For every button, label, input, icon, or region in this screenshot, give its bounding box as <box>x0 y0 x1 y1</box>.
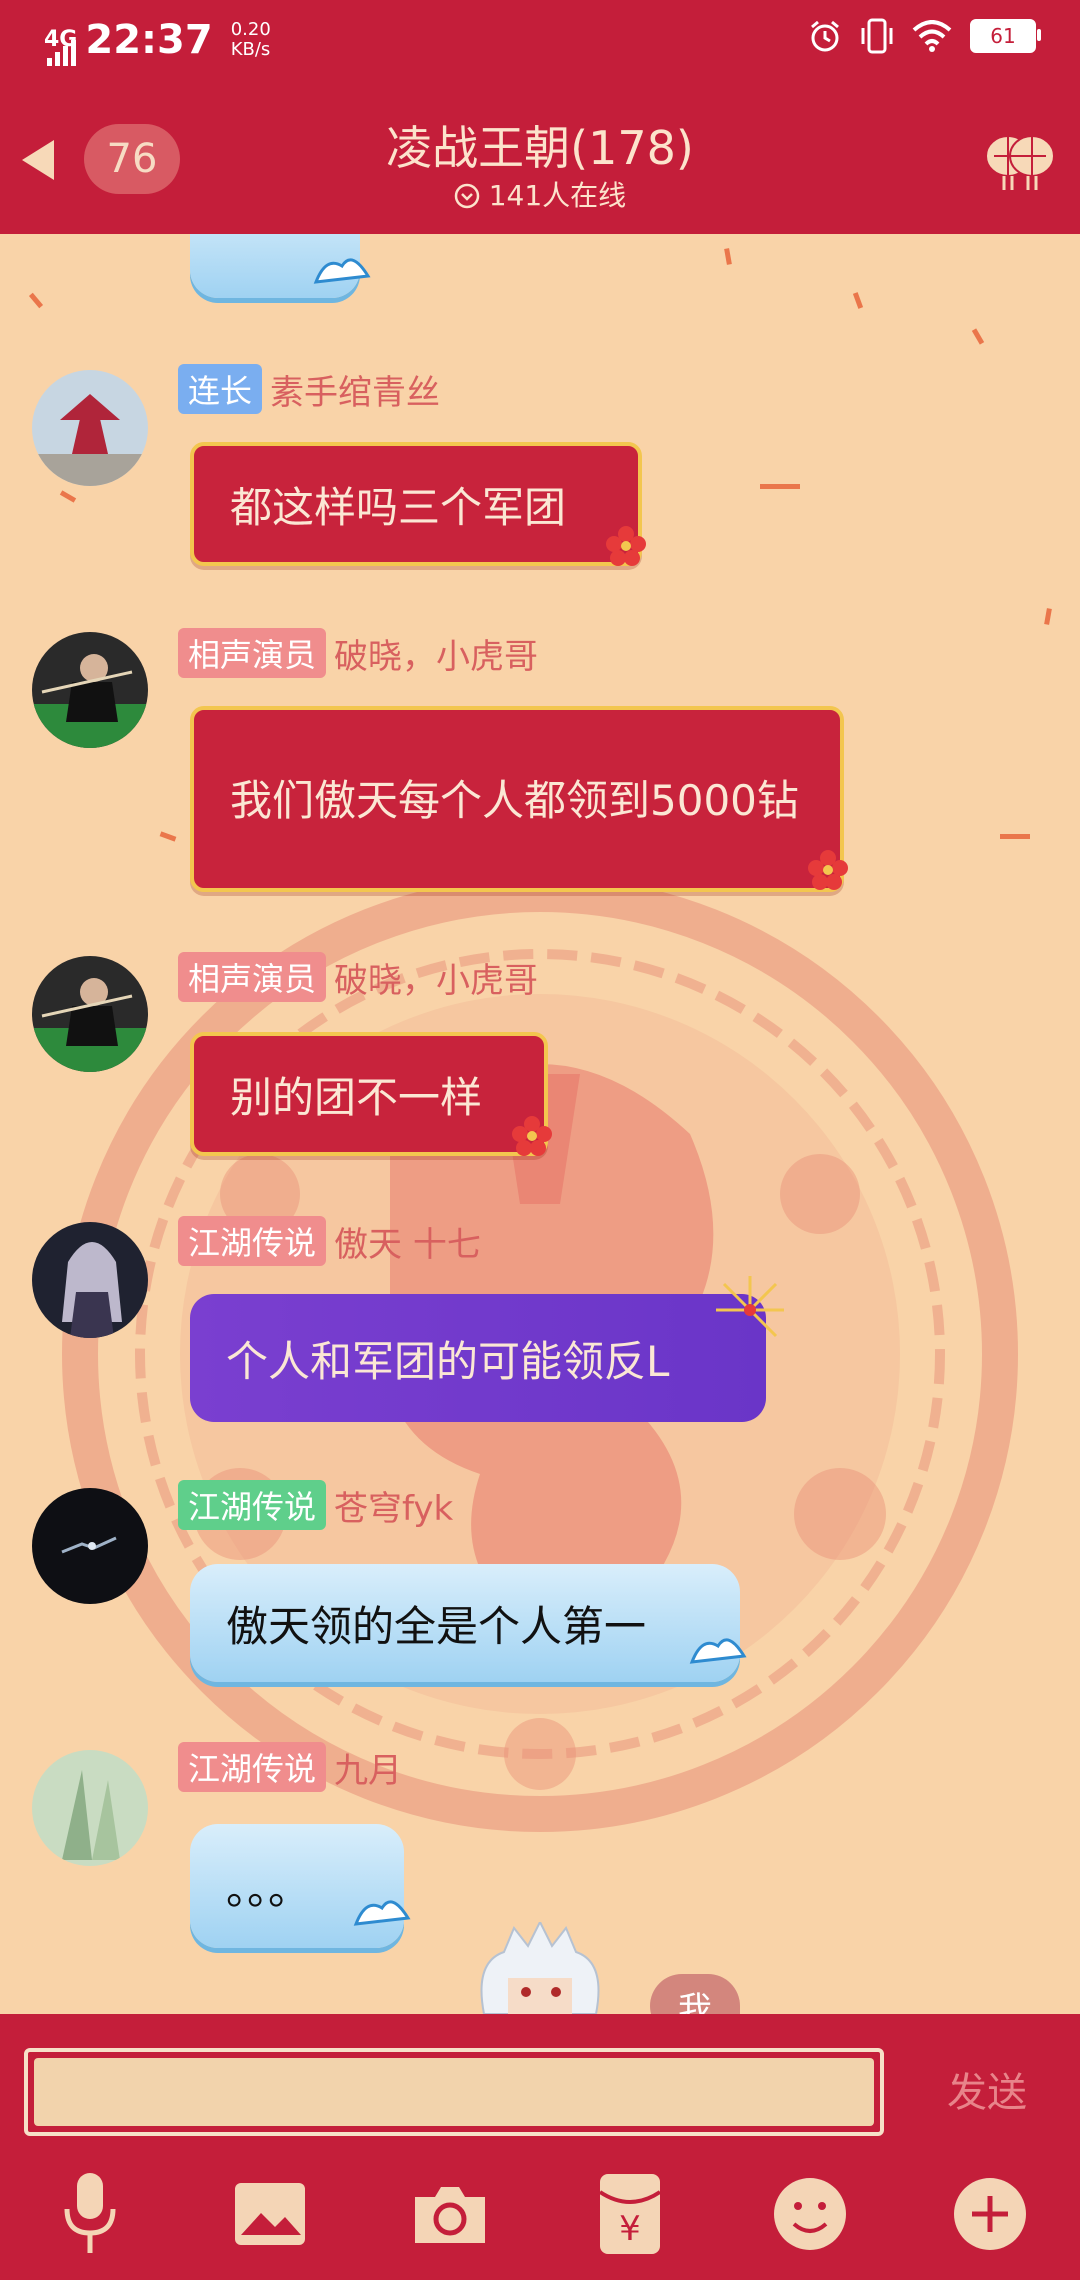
sender-name[interactable]: 江湖传说 傲天 十七 <box>178 1216 481 1266</box>
group-menu-lantern-icon[interactable] <box>980 118 1060 198</box>
confetti <box>159 831 177 842</box>
chat-message-list[interactable]: 连长 素手绾青丝 都这样吗三个军团 相声演员 破晓，小虎哥 我们傲天每个人都领到… <box>0 234 1080 2014</box>
confetti <box>724 248 732 265</box>
microphone-icon <box>64 2173 116 2253</box>
sender-name[interactable]: 相声演员 破晓，小虎哥 <box>178 952 538 1002</box>
confetti <box>760 484 800 489</box>
battery-indicator: 61 <box>970 19 1041 53</box>
avatar[interactable] <box>32 370 148 486</box>
more-button[interactable] <box>950 2174 1030 2254</box>
confetti <box>1044 608 1052 625</box>
network-speed: 0.20 KB/s <box>230 19 271 60</box>
chevron-down-icon <box>454 183 480 209</box>
avatar[interactable] <box>32 1488 148 1604</box>
rank-badge: 相声演员 <box>178 952 327 1002</box>
voice-button[interactable] <box>50 2173 130 2254</box>
avatar[interactable] <box>32 1750 148 1866</box>
plum-blossom-icon <box>606 526 646 566</box>
message-input-frame <box>24 2048 884 2136</box>
rank-badge: 连长 <box>178 364 263 414</box>
confetti <box>28 292 44 309</box>
rank-badge: 江湖传说 <box>178 1480 327 1530</box>
chat-input-bar: 发送 ¥ <box>0 2014 1080 2280</box>
mascot-character <box>480 1922 600 2014</box>
firework-icon <box>716 1276 784 1338</box>
status-bar: 4G 22:37 0.20 KB/s 61 <box>0 0 1080 82</box>
wifi-icon <box>912 20 952 52</box>
emoji-button[interactable] <box>770 2174 850 2254</box>
image-icon <box>235 2183 305 2245</box>
message-bubble[interactable]: 都这样吗三个军团 <box>190 442 642 566</box>
input-toolbar: ¥ <box>0 2173 1080 2274</box>
camera-button[interactable] <box>410 2174 490 2254</box>
message-bubble[interactable]: 别的团不一样 <box>190 1032 548 1156</box>
chat-header: 76 凌战王朝(178) 141人在线 <box>0 82 1080 234</box>
avatar[interactable] <box>32 632 148 748</box>
image-button[interactable] <box>230 2174 310 2254</box>
message-bubble[interactable]: 。。。 <box>190 1824 404 1948</box>
confetti <box>1000 834 1030 839</box>
signal-icon <box>47 40 77 66</box>
plum-blossom-icon <box>808 850 848 890</box>
cloud-decoration-icon <box>689 1638 747 1664</box>
cloud-decoration-icon <box>353 1900 411 1926</box>
emoji-icon <box>774 2178 846 2250</box>
vibrate-icon <box>861 18 893 54</box>
sender-name[interactable]: 连长 素手绾青丝 <box>178 364 440 414</box>
sender-name[interactable]: 江湖传说 苍穹fyk <box>178 1480 453 1530</box>
avatar[interactable] <box>32 956 148 1072</box>
sender-name[interactable]: 相声演员 破晓，小虎哥 <box>178 628 538 678</box>
sender-name[interactable]: 江湖传说 九月 <box>178 1742 402 1792</box>
clock: 22:37 <box>85 17 213 63</box>
avatar[interactable] <box>32 1222 148 1338</box>
send-button[interactable]: 发送 <box>912 2058 1062 2128</box>
confetti <box>852 292 864 309</box>
svg-text:¥: ¥ <box>619 2209 641 2249</box>
camera-icon <box>415 2187 485 2243</box>
red-packet-icon: ¥ <box>598 2174 662 2254</box>
plum-blossom-icon <box>512 1116 552 1156</box>
online-count: 141人在线 <box>0 174 1080 214</box>
cloud-decoration-icon <box>313 258 371 284</box>
group-title[interactable]: 凌战王朝(178) <box>0 112 1080 178</box>
rank-badge: 江湖传说 <box>178 1216 327 1266</box>
rank-badge: 相声演员 <box>178 628 327 678</box>
message-bubble[interactable]: 个人和军团的可能领反L <box>190 1294 766 1422</box>
message-input[interactable] <box>34 2058 874 2126</box>
rank-badge: 江湖传说 <box>178 1742 327 1792</box>
message-bubble[interactable]: 我们傲天每个人都领到5000钻 <box>190 706 844 892</box>
red-packet-button[interactable]: ¥ <box>590 2174 670 2254</box>
alarm-icon <box>811 20 839 52</box>
confetti <box>971 328 985 345</box>
plus-icon <box>954 2178 1026 2250</box>
confetti <box>59 490 77 503</box>
message-bubble[interactable]: 傲天领的全是个人第一 <box>190 1564 740 1682</box>
